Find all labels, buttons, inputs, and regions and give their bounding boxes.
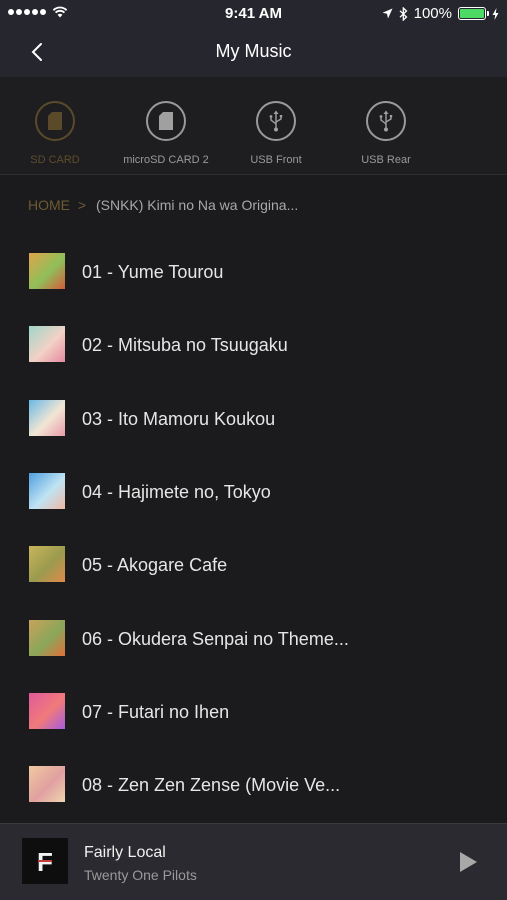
track-title: 04 - Hajimete no, Tokyo: [82, 482, 271, 502]
track-row[interactable]: 06 - Okudera Senpai no Theme...: [0, 600, 507, 673]
track-album-art: [29, 326, 65, 362]
now-playing-album-art: F: [22, 838, 68, 884]
source-label: SD CARD: [30, 154, 80, 166]
source-label: microSD CARD 2: [123, 154, 209, 166]
storage-source-bar: SD CARD microSD CARD 2 USB Front USB Rea…: [0, 77, 507, 175]
breadcrumb-separator: >: [77, 197, 87, 213]
now-playing-artist: Twenty One Pilots: [84, 867, 197, 883]
charging-bolt-icon: [492, 7, 499, 20]
status-right-group: 100%: [382, 5, 499, 22]
source-sd-card[interactable]: SD CARD: [0, 101, 110, 166]
track-album-art: [29, 693, 65, 729]
now-playing-bar[interactable]: F Fairly Local Twenty One Pilots: [0, 823, 507, 900]
album-art-graphic: F: [22, 838, 68, 884]
location-arrow-icon: [382, 8, 393, 19]
track-title: 05 - Akogare Cafe: [82, 555, 228, 575]
bluetooth-icon: [399, 6, 408, 21]
track-row[interactable]: 05 - Akogare Cafe: [0, 526, 507, 599]
track-album-art: [29, 253, 65, 289]
source-usb-rear-ring: [366, 101, 406, 141]
source-usb-front[interactable]: USB Front: [221, 101, 331, 166]
sd-card-icon: [48, 112, 62, 130]
source-sd-card-ring: [35, 101, 75, 141]
source-microsd-ring: [146, 101, 186, 141]
track-album-art: [29, 620, 65, 656]
track-album-art: [29, 546, 65, 582]
track-title: 07 - Futari no Ihen: [82, 702, 230, 722]
sd-card-icon: [159, 112, 173, 130]
track-row[interactable]: 02 - Mitsuba no Tsuugaku: [0, 306, 507, 379]
battery-icon: [458, 7, 489, 20]
track-album-art: [29, 766, 65, 802]
track-row[interactable]: 04 - Hajimete no, Tokyo: [0, 453, 507, 526]
usb-icon: [269, 110, 283, 132]
breadcrumb-home-link[interactable]: HOME: [28, 197, 70, 213]
source-label: USB Rear: [361, 154, 411, 166]
track-title: 02 - Mitsuba no Tsuugaku: [82, 335, 288, 355]
source-label: USB Front: [250, 154, 302, 166]
track-row[interactable]: 08 - Zen Zen Zense (Movie Ve...: [0, 746, 507, 819]
track-title: 08 - Zen Zen Zense (Movie Ve...: [82, 775, 341, 795]
breadcrumb-current-folder: (SNKK) Kimi no Na wa Origina...: [95, 197, 299, 213]
track-title: 03 - Ito Mamoru Koukou: [82, 409, 276, 429]
source-usb-front-ring: [256, 101, 296, 141]
track-row[interactable]: 03 - Ito Mamoru Koukou: [0, 380, 507, 453]
breadcrumb: HOME > (SNKK) Kimi no Na wa Origina...: [28, 197, 298, 213]
now-playing-title: Fairly Local: [84, 844, 166, 861]
track-title: 06 - Okudera Senpai no Theme...: [82, 629, 349, 649]
battery-fill: [460, 9, 484, 18]
play-button[interactable]: [455, 849, 481, 875]
track-row[interactable]: 07 - Futari no Ihen: [0, 673, 507, 746]
usb-icon: [379, 110, 393, 132]
battery-percent: 100%: [413, 5, 452, 22]
track-row[interactable]: 01 - Yume Tourou: [0, 233, 507, 306]
track-title: 01 - Yume Tourou: [82, 262, 224, 282]
source-usb-rear[interactable]: USB Rear: [331, 101, 441, 166]
page-title: My Music: [215, 41, 292, 61]
track-album-art: [29, 400, 65, 436]
navigation-bar: My Music: [0, 27, 507, 77]
status-bar: 9:41 AM 100%: [0, 0, 507, 27]
track-album-art: [29, 473, 65, 509]
source-microsd-card-2[interactable]: microSD CARD 2: [111, 101, 221, 166]
play-icon: [460, 852, 477, 872]
